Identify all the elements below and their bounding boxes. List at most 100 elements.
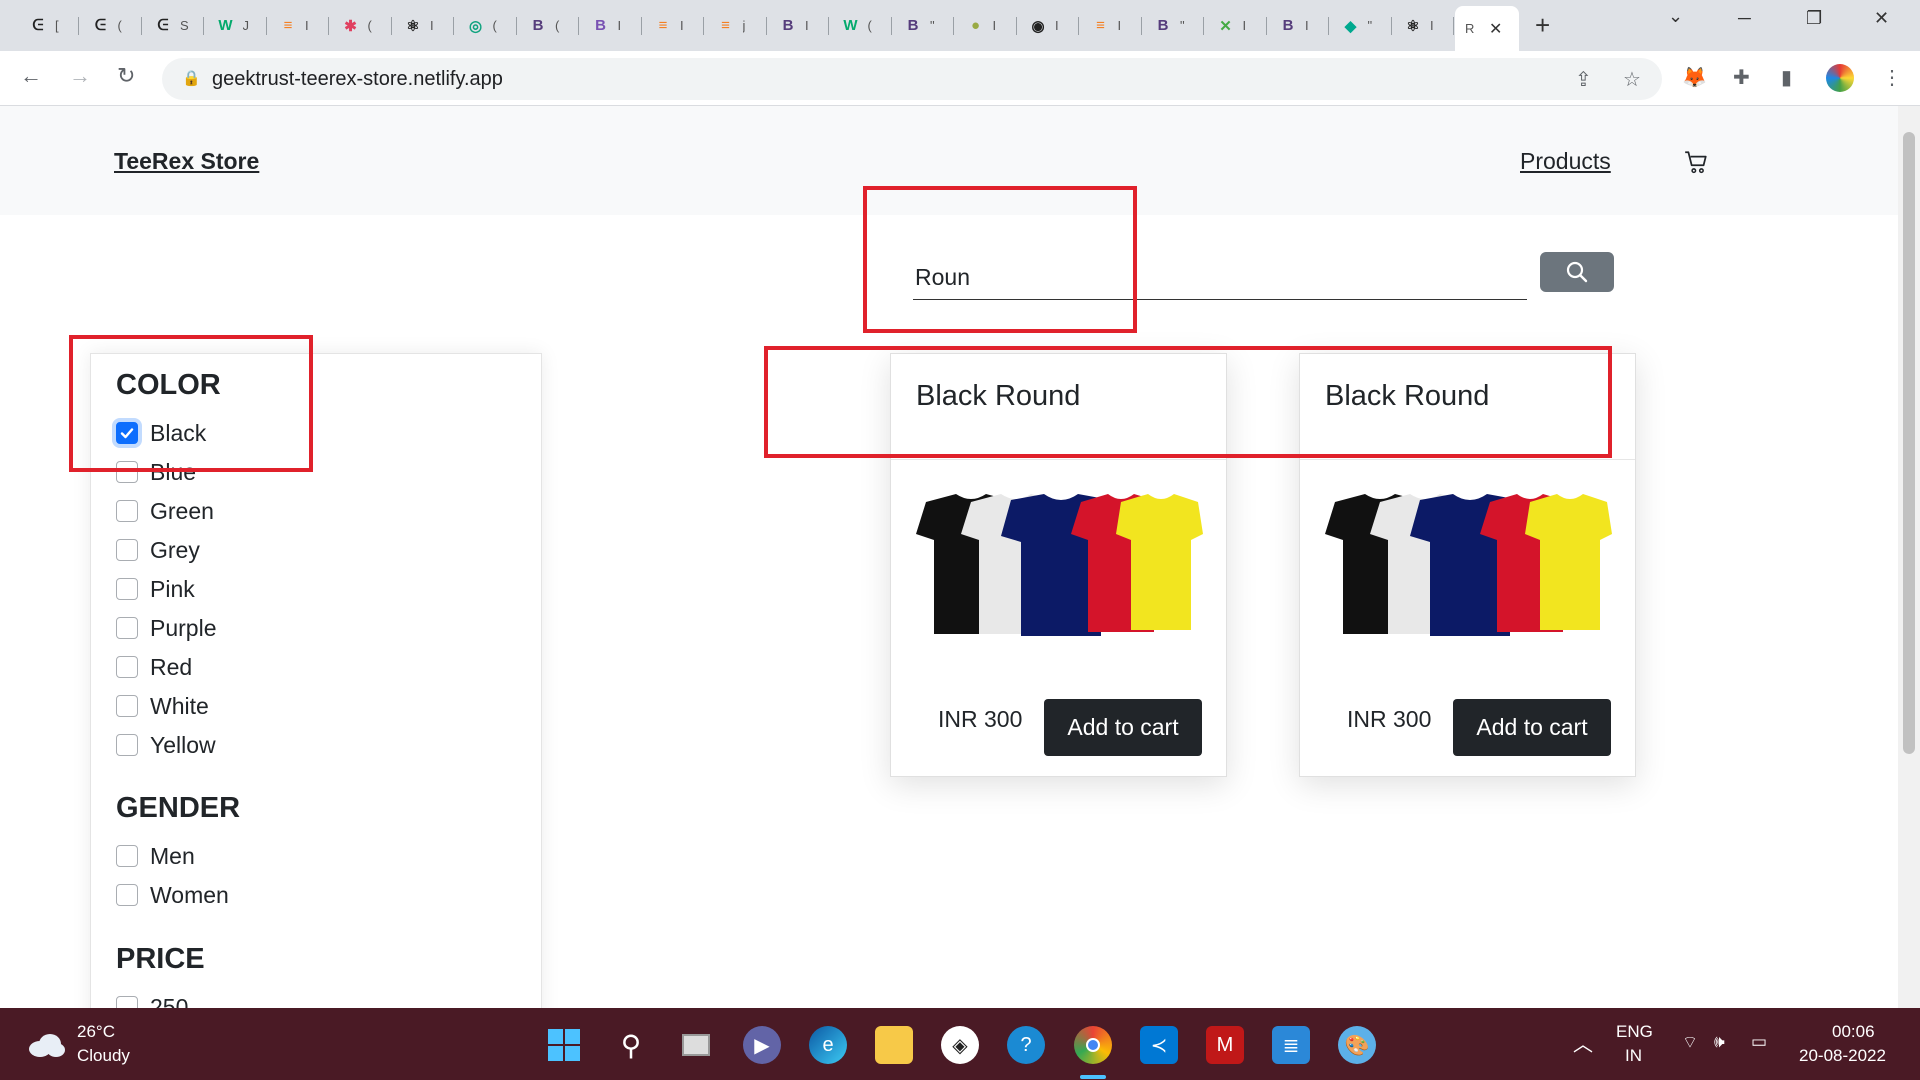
- metamask-icon[interactable]: 🦊: [1682, 65, 1707, 90]
- tab-search-icon[interactable]: ⌄: [1668, 6, 1683, 27]
- help-icon[interactable]: ?: [1007, 1026, 1045, 1064]
- color-option[interactable]: Yellow: [116, 730, 216, 760]
- browser-tab[interactable]: B ": [1142, 8, 1204, 43]
- browser-toolbar: ← → ↻ 🔒 geektrust-teerex-store.netlify.a…: [0, 51, 1920, 106]
- browser-tab[interactable]: ✱(: [330, 8, 392, 43]
- browser-tab[interactable]: BI: [580, 8, 642, 43]
- checkbox[interactable]: [116, 996, 138, 1008]
- windows-start-icon[interactable]: [545, 1026, 583, 1064]
- diamond-icon: ◆: [1344, 17, 1357, 35]
- forward-icon[interactable]: →: [69, 63, 91, 89]
- scrollbar-thumb[interactable]: [1903, 132, 1915, 754]
- checkbox[interactable]: [116, 695, 138, 717]
- checkbox[interactable]: [116, 578, 138, 600]
- browser-tab[interactable]: ᕮS: [142, 8, 204, 43]
- gender-option[interactable]: Men: [116, 841, 195, 871]
- volume-icon[interactable]: 🕪: [1714, 1032, 1725, 1052]
- browser-tab[interactable]: ≡ j: [705, 8, 767, 43]
- checkbox[interactable]: [116, 656, 138, 678]
- minimize-icon[interactable]: ─: [1738, 8, 1751, 29]
- wifi-icon[interactable]: ⌔: [1682, 1032, 1698, 1053]
- browser-tab[interactable]: ≡ I: [642, 8, 704, 43]
- checkbox[interactable]: [116, 845, 138, 867]
- new-tab-button[interactable]: +: [1535, 10, 1550, 41]
- price-option[interactable]: 250: [116, 992, 188, 1008]
- clock-time[interactable]: 00:06: [1832, 1022, 1875, 1042]
- profile-avatar[interactable]: [1826, 64, 1854, 92]
- lock-icon[interactable]: 🔒: [182, 69, 201, 87]
- mcafee-icon[interactable]: M: [1206, 1026, 1244, 1064]
- search-button[interactable]: [1540, 252, 1614, 292]
- close-tab-icon[interactable]: ✕: [1489, 19, 1502, 39]
- menu-icon[interactable]: ⋮: [1882, 65, 1902, 90]
- color-option[interactable]: White: [116, 691, 209, 721]
- browser-tab[interactable]: BI: [767, 8, 829, 43]
- color-option[interactable]: Green: [116, 496, 214, 526]
- browser-tab[interactable]: ≡ I: [267, 8, 329, 43]
- weather-description[interactable]: Cloudy: [77, 1046, 130, 1066]
- search-taskbar-icon[interactable]: ⚲: [612, 1026, 650, 1064]
- address-bar[interactable]: 🔒 geektrust-teerex-store.netlify.app ⇪ ☆: [162, 58, 1662, 100]
- browser-tab[interactable]: B(: [517, 8, 579, 43]
- browser-tab[interactable]: W(: [830, 8, 892, 43]
- card-divider: [1300, 459, 1635, 460]
- paint-icon[interactable]: 🎨: [1338, 1026, 1376, 1064]
- browser-tab[interactable]: B ": [892, 8, 954, 43]
- restore-icon[interactable]: ❐: [1806, 8, 1822, 29]
- teams-chat-icon[interactable]: ▶: [743, 1026, 781, 1064]
- cart-icon[interactable]: [1683, 149, 1709, 175]
- url-text[interactable]: geektrust-teerex-store.netlify.app: [212, 68, 503, 91]
- products-link[interactable]: Products: [1520, 148, 1611, 175]
- github-desktop-icon[interactable]: ◈: [941, 1026, 979, 1064]
- browser-tab[interactable]: ⚛ I: [392, 8, 454, 43]
- clock-date[interactable]: 20-08-2022: [1799, 1046, 1886, 1066]
- extensions-icon[interactable]: ✚: [1733, 65, 1750, 90]
- share-icon[interactable]: ⇪: [1575, 67, 1592, 92]
- page-scrollbar[interactable]: [1898, 106, 1920, 1008]
- browser-tab[interactable]: ᕮ[: [17, 8, 79, 43]
- notepad-icon[interactable]: ≣: [1272, 1026, 1310, 1064]
- browser-tab[interactable]: ◆ ": [1330, 8, 1392, 43]
- vscode-icon[interactable]: ≺: [1140, 1026, 1178, 1064]
- gender-option[interactable]: Women: [116, 880, 229, 910]
- chrome-icon[interactable]: [1074, 1026, 1112, 1064]
- weather-temperature[interactable]: 26°C: [77, 1022, 115, 1042]
- back-icon[interactable]: ←: [20, 63, 42, 89]
- bootstrap-icon: B: [1157, 17, 1169, 34]
- add-to-cart-button[interactable]: Add to cart: [1044, 699, 1202, 756]
- edge-icon[interactable]: e: [809, 1026, 847, 1064]
- close-window-icon[interactable]: ✕: [1874, 8, 1889, 29]
- bookmark-star-icon[interactable]: ☆: [1623, 67, 1641, 92]
- card-divider: [891, 459, 1226, 460]
- browser-tab[interactable]: ✕ I: [1205, 8, 1267, 43]
- browser-tab[interactable]: ● I: [955, 8, 1017, 43]
- active-tab[interactable]: R ✕: [1455, 6, 1519, 51]
- browser-tab[interactable]: ⚛ I: [1392, 8, 1454, 43]
- browser-tab[interactable]: ᕮ(: [80, 8, 142, 43]
- reload-icon[interactable]: ↻: [117, 63, 135, 89]
- brand-link[interactable]: TeeRex Store: [114, 148, 259, 175]
- browser-tab[interactable]: ≡ I: [1080, 8, 1142, 43]
- add-to-cart-button[interactable]: Add to cart: [1453, 699, 1611, 756]
- language-bottom[interactable]: IN: [1625, 1046, 1642, 1066]
- task-view-icon[interactable]: [677, 1026, 715, 1064]
- browser-tab[interactable]: WJ: [205, 8, 267, 43]
- file-explorer-icon[interactable]: [875, 1026, 913, 1064]
- browser-tab[interactable]: BI: [1267, 8, 1329, 43]
- checkbox[interactable]: [116, 884, 138, 906]
- color-option[interactable]: Grey: [116, 535, 200, 565]
- show-hidden-icons[interactable]: ︿: [1573, 1028, 1593, 1057]
- tshirt-image: [1325, 494, 1612, 636]
- browser-tab[interactable]: ◉ I: [1017, 8, 1079, 43]
- language-top[interactable]: ENG: [1616, 1022, 1653, 1042]
- checkbox[interactable]: [116, 539, 138, 561]
- color-option[interactable]: Purple: [116, 613, 216, 643]
- checkbox[interactable]: [116, 617, 138, 639]
- color-option[interactable]: Pink: [116, 574, 195, 604]
- checkbox[interactable]: [116, 734, 138, 756]
- battery-icon[interactable]: ▭: [1751, 1032, 1767, 1052]
- browser-tab[interactable]: ◎(: [455, 8, 517, 43]
- color-option[interactable]: Red: [116, 652, 192, 682]
- checkbox[interactable]: [116, 500, 138, 522]
- side-panel-icon[interactable]: ▮: [1781, 65, 1792, 90]
